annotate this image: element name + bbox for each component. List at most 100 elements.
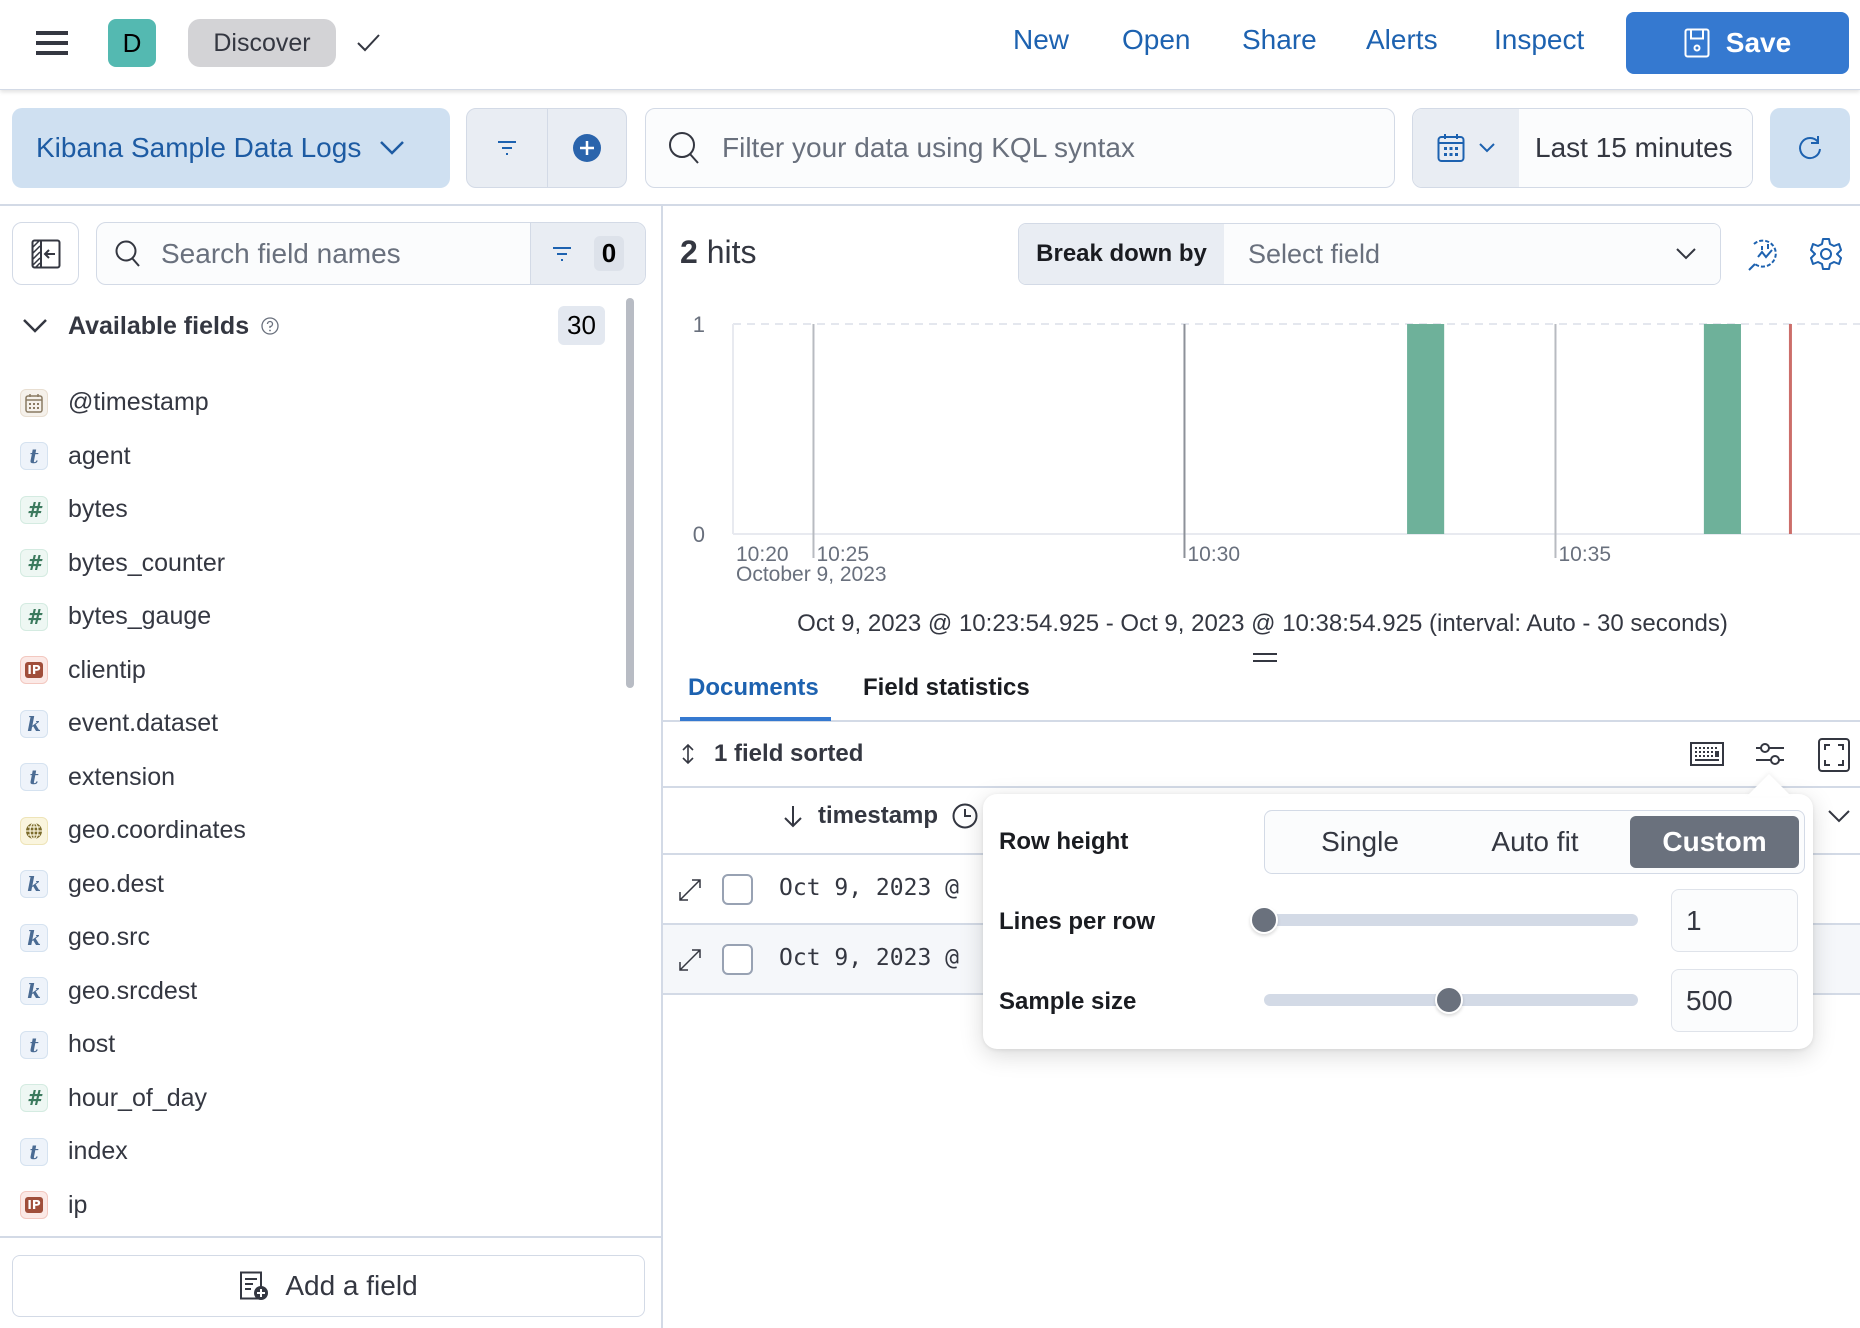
add-field-button[interactable]: Add a field (12, 1255, 645, 1317)
sample-size-slider[interactable] (1264, 986, 1638, 1014)
filter-buttons (466, 108, 627, 188)
data-view-picker[interactable]: Kibana Sample Data Logs (12, 108, 450, 188)
lines-per-row-slider[interactable] (1250, 906, 1638, 934)
refresh-button[interactable] (1770, 108, 1850, 188)
field-name: event.dataset (68, 709, 219, 738)
number-type-icon: # (20, 1084, 48, 1113)
hits-number: 2 (680, 234, 698, 270)
keyword-type-icon: k (20, 709, 48, 738)
kql-query-field[interactable] (645, 108, 1395, 188)
gear-icon[interactable] (1810, 237, 1842, 271)
breakdown-select[interactable]: Select field (1224, 224, 1720, 284)
aiops-log-rate-icon[interactable] (1747, 237, 1781, 271)
data-view-label: Kibana Sample Data Logs (36, 132, 362, 163)
space-avatar[interactable]: D (108, 19, 156, 67)
app-breadcrumb[interactable]: Discover (188, 19, 336, 67)
field-name: clientip (68, 655, 146, 684)
slider-thumb[interactable] (1435, 986, 1464, 1014)
slider-thumb[interactable] (1250, 906, 1278, 934)
collapse-sidebar-button[interactable] (12, 222, 79, 285)
field-item[interactable]: geo.coordinates (20, 804, 610, 858)
time-range-display[interactable]: Last 15 minutes (1519, 109, 1752, 187)
field-type-filter-button[interactable]: 0 (530, 223, 645, 284)
sample-size-input[interactable] (1671, 969, 1798, 1032)
column-header-timestamp[interactable]: timestamp (782, 802, 978, 830)
divider (663, 720, 1860, 722)
row-height-selector: Single Auto fit Custom (1264, 810, 1805, 874)
field-search-input[interactable] (161, 237, 530, 270)
field-item[interactable]: k geo.dest (20, 858, 610, 912)
tab-documents[interactable]: Documents (688, 674, 819, 702)
row-checkbox[interactable] (722, 944, 753, 975)
sidebar-divider[interactable] (661, 205, 663, 1328)
row-checkbox[interactable] (722, 874, 753, 905)
alerts-link[interactable]: Alerts (1366, 24, 1438, 56)
sort-icon (680, 743, 696, 765)
hamburger-icon[interactable] (36, 31, 68, 55)
histogram-chart[interactable]: 0110:20 10:25 10:30 10:35October 9, 2023 (680, 300, 1860, 590)
field-item[interactable]: t index (20, 1125, 610, 1179)
field-item[interactable]: # hour_of_day (20, 1072, 610, 1126)
field-item[interactable]: # bytes_gauge (20, 590, 610, 644)
geo-point-icon (20, 816, 48, 845)
histogram-bar[interactable] (1703, 324, 1741, 534)
available-fields-toggle[interactable]: Available fields (22, 306, 612, 346)
field-name: ip (68, 1190, 88, 1219)
field-item[interactable]: k geo.srcdest (20, 965, 610, 1019)
field-item[interactable]: k event.dataset (20, 697, 610, 751)
sidebar-scrollbar[interactable] (626, 298, 634, 688)
text-type-icon: t (20, 763, 48, 792)
breakdown-label: Break down by (1019, 224, 1224, 284)
field-name: geo.srcdest (68, 976, 198, 1005)
plus-circle-icon (572, 133, 602, 163)
sort-control[interactable]: 1 field sorted (680, 738, 863, 770)
field-item[interactable]: IP ip (20, 1179, 610, 1233)
save-button[interactable]: Save (1626, 12, 1849, 74)
field-item[interactable]: k geo.src (20, 911, 610, 965)
keyboard-shortcuts-icon[interactable] (1690, 742, 1724, 766)
ip-type-icon: IP (20, 1191, 48, 1220)
search-icon (668, 131, 700, 165)
share-link[interactable]: Share (1242, 24, 1317, 56)
field-item[interactable]: t extension (20, 751, 610, 805)
filter-menu-button[interactable] (467, 109, 547, 187)
number-type-icon: # (20, 602, 48, 631)
field-item[interactable]: # bytes (20, 483, 610, 537)
x-tick-label: 10:30 (1187, 543, 1240, 566)
row-height-auto-fit[interactable]: Auto fit (1450, 816, 1620, 868)
add-filter-button[interactable] (546, 109, 627, 187)
field-item[interactable]: IP clientip (20, 644, 610, 698)
field-item[interactable]: t host (20, 1018, 610, 1072)
inspect-link[interactable]: Inspect (1494, 24, 1584, 56)
field-item[interactable]: # bytes_counter (20, 537, 610, 591)
breakdown-placeholder: Select field (1248, 238, 1381, 269)
expand-icon[interactable] (677, 877, 703, 903)
field-item[interactable]: @timestamp (20, 376, 610, 430)
resize-handle[interactable] (1253, 653, 1277, 663)
popover-arrow (1747, 774, 1791, 796)
row-height-custom[interactable]: Custom (1630, 816, 1799, 868)
expand-icon[interactable] (677, 947, 703, 973)
chevron-down-icon (22, 318, 48, 334)
number-type-icon: # (20, 495, 48, 524)
open-link[interactable]: Open (1122, 24, 1191, 56)
kql-input[interactable] (722, 132, 1362, 164)
chevron-down-icon (379, 140, 405, 156)
lines-per-row-input[interactable] (1671, 889, 1798, 952)
help-icon[interactable] (261, 317, 279, 335)
histogram-bar[interactable] (1407, 324, 1445, 534)
chevron-down-icon[interactable] (1828, 810, 1850, 824)
x-tick-label: 10:35 (1558, 543, 1611, 566)
sorted-label: 1 field sorted (714, 740, 864, 767)
tab-field-statistics[interactable]: Field statistics (863, 674, 1030, 702)
field-item[interactable]: t agent (20, 430, 610, 484)
fullscreen-icon[interactable] (1818, 738, 1850, 772)
display-settings-icon[interactable] (1755, 740, 1785, 768)
text-type-icon: t (20, 442, 48, 471)
field-name: extension (68, 762, 176, 791)
quick-select-button[interactable] (1413, 109, 1519, 187)
row-height-single[interactable]: Single (1270, 816, 1450, 868)
new-link[interactable]: New (1013, 24, 1069, 56)
chevron-down-icon (1479, 143, 1495, 153)
number-type-icon: # (20, 549, 48, 578)
